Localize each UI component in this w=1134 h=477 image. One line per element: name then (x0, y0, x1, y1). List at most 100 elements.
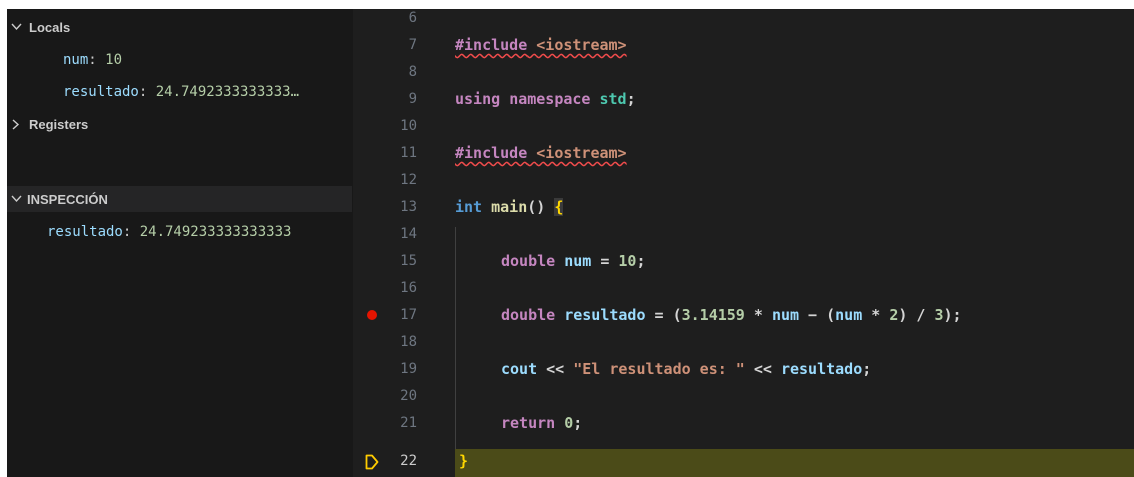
current-execution-line: 22 } (353, 445, 1134, 477)
punctuation: ); (943, 306, 962, 324)
watch-header-label: INSPECCIÓN (27, 191, 108, 207)
code-text[interactable]: double resultado = (3.14159 * num − (num… (501, 302, 962, 329)
preprocessor-directive: #include (455, 144, 528, 162)
variable-value: 24.7492333333333… (155, 84, 300, 100)
number-literal: 3 (934, 306, 944, 324)
code-line: 9 using namespace std; (353, 86, 1134, 113)
punctuation: ; (573, 414, 583, 432)
variable-separator: : (122, 224, 140, 240)
watch-section-header[interactable]: INSPECCIÓN (7, 186, 352, 212)
code-text[interactable]: return 0; (501, 410, 582, 437)
variable-name: num (63, 52, 89, 68)
line-number: 16 (400, 280, 417, 296)
number-literal: 10 (618, 252, 637, 270)
operator: = (591, 252, 619, 270)
punctuation: ; (636, 252, 646, 270)
operator: * (862, 306, 890, 324)
code-line: 10 (353, 113, 1134, 140)
type-keyword: double (501, 306, 556, 324)
line-number: 19 (400, 361, 417, 377)
code-line: 12 (353, 167, 1134, 194)
code-editor[interactable]: 6 7 #include <iostream> 8 9 using namesp… (353, 9, 1134, 477)
code-line: 8 (353, 59, 1134, 86)
line-number: 6 (408, 10, 417, 26)
line-number: 14 (400, 226, 417, 242)
line-number: 9 (408, 91, 417, 107)
variable-row[interactable]: resultado: 24.7492333333333… (63, 81, 349, 103)
line-number: 21 (400, 415, 417, 431)
variable-identifier: num (835, 306, 863, 324)
code-text[interactable]: #include <iostream> (455, 32, 627, 59)
line-number: 11 (400, 145, 417, 161)
code-line: 19 cout << "El resultado es: " << result… (353, 356, 1134, 383)
variable-identifier: resultado (564, 306, 646, 324)
line-number: 8 (408, 64, 417, 80)
variable-identifier: num (564, 252, 592, 270)
variable-identifier: resultado (780, 360, 863, 378)
line-number: 15 (400, 253, 417, 269)
number-literal: 3.14159 (681, 306, 745, 324)
line-number: 17 (400, 307, 417, 323)
operator: − ( (799, 306, 836, 324)
code-line: 14 (353, 221, 1134, 248)
code-text[interactable]: #include <iostream> (455, 140, 627, 167)
chevron-right-icon (7, 118, 25, 130)
locals-section-header[interactable]: Locals (7, 16, 353, 38)
variable-name: resultado (47, 224, 123, 240)
registers-header-label: Registers (29, 116, 89, 132)
punctuation: () (527, 198, 546, 216)
variable-value: 10 (105, 52, 123, 68)
code-text[interactable]: double num = 10; (501, 248, 646, 275)
namespace-name: std (599, 90, 627, 108)
code-line: 18 (353, 329, 1134, 356)
operator: << (744, 360, 781, 378)
chevron-down-icon (7, 23, 25, 31)
line-number: 13 (400, 199, 417, 215)
punctuation: ; (626, 90, 636, 108)
matching-brace: } (459, 452, 469, 470)
type-keyword: int (455, 198, 483, 216)
variable-identifier: num (771, 306, 800, 324)
registers-section-header[interactable]: Registers (7, 113, 353, 135)
code-line: 17 double resultado = (3.14159 * num − (… (353, 302, 1134, 329)
debug-sidebar: Locals num: 10 resultado: 24.74923333333… (7, 9, 353, 477)
line-number: 22 (400, 453, 417, 469)
watch-expression-row[interactable]: resultado: 24.749233333333333 (47, 221, 352, 243)
debugger-window: Locals num: 10 resultado: 24.74923333333… (7, 9, 1134, 477)
string-literal: "El resultado es: " (573, 360, 745, 378)
code-line: 6 (353, 9, 1134, 32)
code-line: 20 (353, 383, 1134, 410)
code-text[interactable]: } (459, 448, 468, 475)
variable-separator: : (138, 84, 156, 100)
variable-name: resultado (63, 84, 139, 100)
punctuation: ; (862, 360, 872, 378)
keyword: return (501, 414, 556, 432)
code-text[interactable]: using namespace std; (455, 86, 636, 113)
line-number: 18 (400, 334, 417, 350)
line-number: 7 (408, 37, 417, 53)
variable-separator: : (88, 52, 106, 68)
variable-value: 24.749233333333333 (139, 224, 292, 240)
operator: = ( (645, 306, 682, 324)
keyword: namespace (509, 90, 591, 108)
code-line: 16 (353, 275, 1134, 302)
line-number: 10 (400, 118, 417, 134)
keyword: using (455, 90, 501, 108)
operator: ) / (898, 306, 935, 324)
code-line: 11 #include <iostream> (353, 140, 1134, 167)
preprocessor-directive: #include (455, 36, 528, 54)
code-line: 21 return 0; (353, 410, 1134, 437)
code-text[interactable]: int main() { (455, 194, 564, 221)
variable-row[interactable]: num: 10 (63, 49, 122, 71)
operator: << (537, 360, 574, 378)
line-number: 20 (400, 388, 417, 404)
line-number: 12 (400, 172, 417, 188)
code-text[interactable]: cout << "El resultado es: " << resultado… (501, 356, 871, 383)
